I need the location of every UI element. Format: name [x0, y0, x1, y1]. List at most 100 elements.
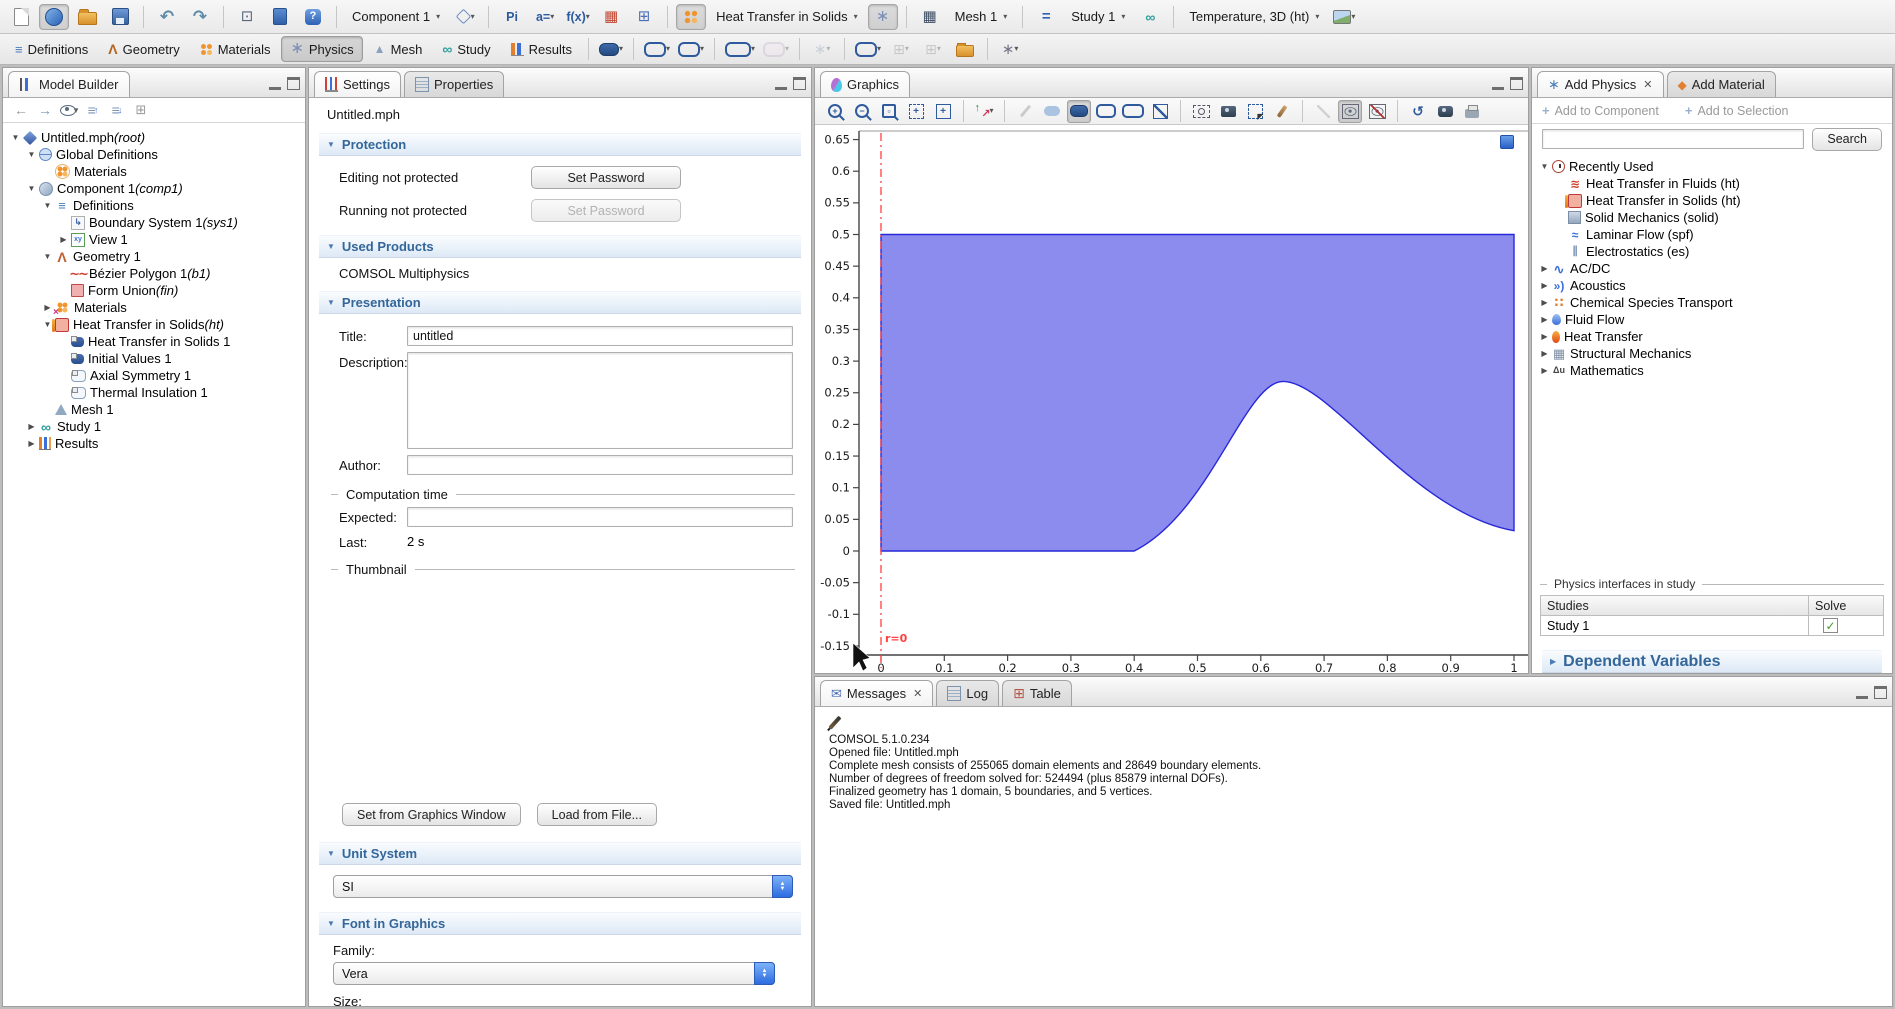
tab-log[interactable]: Log: [936, 680, 999, 706]
add-edge-condition-button[interactable]: ▾: [722, 36, 758, 62]
load-from-file-button[interactable]: Load from File...: [537, 803, 657, 826]
tab-messages[interactable]: ✉ Messages ✕: [820, 680, 933, 706]
model-tree-item[interactable]: ▼≡Definitions: [3, 197, 305, 214]
redo-button[interactable]: ↷: [185, 4, 215, 30]
expand-arrow-icon[interactable]: ▶: [25, 439, 38, 448]
ribbon-tab-results[interactable]: Results: [502, 36, 581, 62]
ribbon-tab-study[interactable]: ∞Study: [433, 36, 499, 62]
collapse-arrow-icon[interactable]: ▼: [25, 150, 38, 159]
model-tree-item[interactable]: Thermal Insulation 1: [3, 384, 305, 401]
minimize-icon[interactable]: [1856, 687, 1868, 699]
expand-arrow-icon[interactable]: ▶: [1538, 315, 1551, 324]
minimize-icon[interactable]: [775, 78, 787, 90]
model-tree-item[interactable]: ▶Results: [3, 435, 305, 452]
study-selector-dropdown[interactable]: Study 1▾: [1064, 6, 1132, 28]
physics-selector-dropdown[interactable]: Heat Transfer in Solids▾: [709, 6, 865, 28]
section-used-products[interactable]: ▼ Used Products: [319, 235, 801, 258]
set-password-button[interactable]: Set Password: [531, 166, 681, 189]
collapse-arrow-icon[interactable]: ▼: [9, 133, 22, 142]
nav-forward-icon[interactable]: →: [35, 100, 55, 120]
ribbon-tab-materials[interactable]: Materials: [191, 36, 280, 62]
model-tree-item[interactable]: ▼Component 1 (comp1): [3, 180, 305, 197]
snapshot-camera-button[interactable]: [1433, 100, 1457, 123]
functions-button[interactable]: f(x)▾: [563, 4, 593, 30]
physics-list-item[interactable]: Solid Mechanics (solid): [1532, 209, 1892, 226]
tab-properties[interactable]: Properties: [404, 71, 504, 97]
select-boundaries-button[interactable]: [1094, 100, 1118, 123]
tab-graphics[interactable]: Graphics: [820, 71, 910, 97]
compute-equals-button[interactable]: =: [1031, 4, 1061, 30]
zoom-in-button[interactable]: +: [823, 100, 847, 123]
physics-list-item[interactable]: ▶∿AC/DC: [1532, 260, 1892, 277]
add-to-component-button[interactable]: + Add to Component: [1542, 103, 1659, 118]
expand-arrow-icon[interactable]: ▶: [1538, 264, 1551, 273]
font-family-select[interactable]: Vera ▲▼: [333, 962, 775, 985]
model-tree-item[interactable]: ∼∼Bézier Polygon 1 (b1): [3, 265, 305, 282]
section-protection[interactable]: ▼ Protection: [319, 133, 801, 156]
search-button[interactable]: Search: [1812, 128, 1882, 151]
expected-input[interactable]: [407, 507, 793, 527]
show-menu-icon[interactable]: ▾: [59, 100, 79, 120]
close-icon[interactable]: ✕: [1643, 78, 1652, 91]
expand-arrow-icon[interactable]: ▶: [1538, 281, 1551, 290]
open-folder-button[interactable]: [72, 4, 102, 30]
physics-preferences-button[interactable]: ∗▾: [995, 36, 1025, 62]
select-domains-button[interactable]: [1067, 100, 1091, 123]
go-to-node-icon[interactable]: ⊞: [131, 100, 151, 120]
documentation-button[interactable]: [265, 4, 295, 30]
component-selector-dropdown[interactable]: Component 1▾: [345, 6, 447, 28]
set-from-graphics-button[interactable]: Set from Graphics Window: [342, 803, 521, 826]
view-visibility-button[interactable]: [1338, 100, 1362, 123]
zoom-selection-image-button[interactable]: [1189, 100, 1213, 123]
clear-selection-brush-button[interactable]: [1270, 100, 1294, 123]
open-physics-folder-button[interactable]: [950, 36, 980, 62]
maximize-icon[interactable]: [793, 77, 806, 90]
study-steps-button[interactable]: ∞: [1135, 4, 1165, 30]
physics-list-item[interactable]: ▶Fluid Flow: [1532, 311, 1892, 328]
add-global-condition-button[interactable]: ▾: [852, 36, 884, 62]
variables-button[interactable]: a=▾: [530, 4, 560, 30]
save-button[interactable]: [105, 4, 135, 30]
close-icon[interactable]: ✕: [913, 687, 922, 700]
add-component-button[interactable]: ▾: [450, 4, 480, 30]
plot-group-selector-dropdown[interactable]: Temperature, 3D (ht)▾: [1182, 6, 1326, 28]
physics-interface-button[interactable]: ∗: [868, 4, 898, 30]
model-tree-item[interactable]: Boundary System 1 (sys1): [3, 214, 305, 231]
model-tree-item[interactable]: ▼Global Definitions: [3, 146, 305, 163]
ribbon-tab-geometry[interactable]: ΛGeometry: [99, 36, 188, 62]
select-off-button[interactable]: [1148, 100, 1172, 123]
section-presentation[interactable]: ▼ Presentation: [319, 291, 801, 314]
nav-back-icon[interactable]: ←: [11, 100, 31, 120]
ribbon-tab-mesh[interactable]: ▲Mesh: [365, 36, 432, 62]
help-button[interactable]: ?: [298, 4, 328, 30]
model-tree-item[interactable]: ▶xyView 1: [3, 231, 305, 248]
geometry-domain[interactable]: [881, 235, 1514, 552]
view-orientation-button[interactable]: ▾: [972, 100, 996, 123]
mesh-grid-button[interactable]: ▦: [915, 4, 945, 30]
plot-area[interactable]: 0.650.60.550.50.450.40.350.30.250.20.150…: [815, 125, 1528, 673]
section-dependent-variables[interactable]: ▶ Dependent Variables: [1542, 650, 1882, 673]
tab-add-physics[interactable]: ∗ Add Physics ✕: [1537, 71, 1664, 97]
maximize-icon[interactable]: [287, 77, 300, 90]
section-font-in-graphics[interactable]: ▼ Font in Graphics: [319, 912, 801, 935]
select-edges-button[interactable]: [1121, 100, 1145, 123]
add-boundary-condition-button[interactable]: ▾: [641, 36, 673, 62]
physics-list-item[interactable]: ≋Heat Transfer in Fluids (ht): [1532, 175, 1892, 192]
physics-list-item[interactable]: ▶Heat Transfer: [1532, 328, 1892, 345]
minimize-icon[interactable]: [269, 78, 281, 90]
parameters-button[interactable]: Pi: [497, 4, 527, 30]
zoom-selected-button[interactable]: +: [931, 100, 955, 123]
physics-list-item[interactable]: Heat Transfer in Solids (ht): [1532, 192, 1892, 209]
undo-button[interactable]: ↶: [152, 4, 182, 30]
model-tree-item[interactable]: Materials: [3, 163, 305, 180]
pan-plot-button[interactable]: [1040, 100, 1064, 123]
new-file-button[interactable]: [6, 4, 36, 30]
model-tree-item[interactable]: ▼ΛGeometry 1: [3, 248, 305, 265]
open-comsol-button[interactable]: [39, 4, 69, 30]
ribbon-tab-definitions[interactable]: ≡Definitions: [6, 36, 97, 62]
collapse-arrow-icon[interactable]: ▼: [41, 252, 54, 261]
reset-hiding-button[interactable]: ↺: [1406, 100, 1430, 123]
plot-image-button[interactable]: ▾: [1329, 4, 1359, 30]
add-physics-button[interactable]: [676, 4, 706, 30]
model-tree-item[interactable]: ▼Heat Transfer in Solids (ht): [3, 316, 305, 333]
